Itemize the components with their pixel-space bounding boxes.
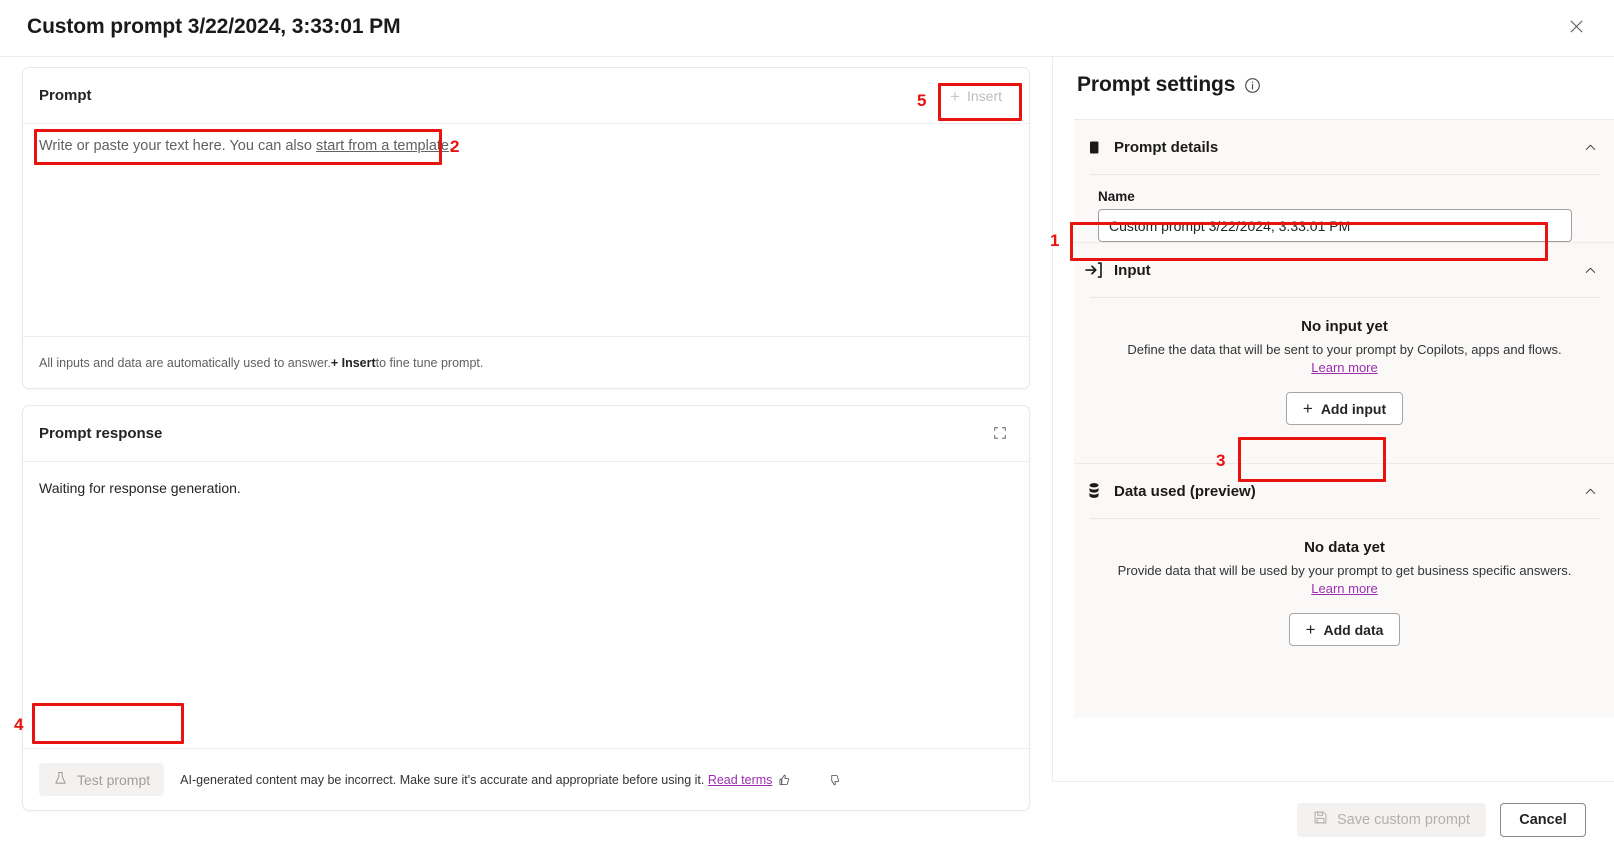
disclaimer-text: AI-generated content may be incorrect. M… — [180, 772, 708, 787]
response-body-text: Waiting for response generation. — [39, 480, 241, 496]
add-data-button[interactable]: + Add data — [1288, 613, 1401, 646]
name-field-label: Name — [1098, 189, 1135, 204]
prompt-placeholder-text-after: . — [448, 138, 454, 154]
start-from-template-link[interactable]: start from a template — [316, 138, 449, 154]
close-button[interactable] — [1560, 12, 1592, 44]
save-custom-prompt-label: Save custom prompt — [1337, 811, 1470, 828]
add-input-button[interactable]: + Add input — [1285, 392, 1404, 425]
dialog-titlebar: Custom prompt 3/22/2024, 3:33:01 PM — [0, 0, 1614, 57]
chevron-up-icon[interactable] — [1584, 264, 1597, 277]
input-empty-state: No input yet Define the data that will b… — [1074, 298, 1614, 425]
chevron-up-icon[interactable] — [1584, 485, 1597, 498]
divider — [1090, 174, 1599, 175]
dialog-footer: Save custom prompt Cancel — [1052, 781, 1614, 857]
section-prompt-details: Prompt details Name — [1074, 119, 1614, 242]
cancel-button[interactable]: Cancel — [1500, 802, 1586, 837]
flask-icon — [53, 771, 68, 789]
footnote-insert-bold: + Insert — [330, 355, 376, 370]
name-input[interactable] — [1098, 209, 1572, 242]
input-button-row: + Add input — [1074, 392, 1614, 425]
prompt-card-title: Prompt — [39, 87, 92, 104]
chevron-up-icon[interactable] — [1584, 141, 1597, 154]
prompt-placeholder: Write or paste your text here. You can a… — [39, 136, 1013, 156]
response-card-header: Prompt response — [23, 406, 1029, 461]
plus-icon: + — [1302, 399, 1313, 418]
data-empty-description: Provide data that will be used by your p… — [1117, 563, 1572, 578]
add-data-label: Add data — [1323, 621, 1384, 638]
database-icon — [1084, 481, 1104, 501]
save-icon — [1313, 810, 1328, 829]
prompt-settings-panel: Prompt settings Prompt details Name Cust… — [1052, 57, 1614, 857]
editor-region: Prompt + Insert Write or paste your text… — [0, 57, 1052, 857]
prompt-placeholder-text-before: Write or paste your text here. You can a… — [39, 138, 317, 154]
section-header-input[interactable]: Input — [1074, 243, 1614, 297]
input-empty-description: Define the data that will be sent to you… — [1127, 342, 1562, 357]
section-label-prompt-details: Prompt details — [1114, 138, 1219, 156]
plus-icon: + — [950, 86, 960, 106]
footnote-after: to fine tune prompt. — [375, 355, 484, 370]
prompt-text-area[interactable]: Write or paste your text here. You can a… — [23, 124, 1029, 338]
section-header-prompt-details[interactable]: Prompt details — [1074, 120, 1614, 174]
insert-button[interactable]: + Insert — [939, 81, 1013, 111]
add-input-label: Add input — [1320, 400, 1387, 417]
footnote-before: All inputs and data are automatically us… — [39, 355, 331, 370]
response-footer: Test prompt AI-generated content may be … — [23, 748, 1029, 810]
insert-button-label: Insert — [966, 88, 1002, 104]
cancel-label: Cancel — [1519, 811, 1567, 828]
custom-prompt-dialog: Custom prompt 3/22/2024, 3:33:01 PM Prom… — [0, 0, 1614, 857]
plus-icon: + — [1305, 620, 1316, 639]
data-empty-state: No data yet Provide data that will be us… — [1074, 519, 1614, 646]
panel-title: Prompt settings — [1077, 73, 1236, 96]
data-empty-title: No data yet — [1304, 539, 1385, 556]
section-header-data-used[interactable]: Data used (preview) — [1074, 464, 1614, 518]
info-icon[interactable] — [1244, 77, 1261, 94]
ai-disclaimer: AI-generated content may be incorrect. M… — [180, 773, 772, 787]
section-data-used: Data used (preview) No data yet Provide … — [1074, 463, 1614, 718]
section-label-data-used: Data used (preview) — [1114, 482, 1256, 500]
test-prompt-label: Test prompt — [77, 771, 151, 788]
save-custom-prompt-button[interactable]: Save custom prompt — [1297, 802, 1486, 837]
thumbs-down-icon[interactable] — [822, 768, 846, 792]
prompt-card: Prompt + Insert Write or paste your text… — [22, 67, 1030, 389]
thumbs-up-icon[interactable] — [772, 768, 796, 792]
page-title: Custom prompt 3/22/2024, 3:33:01 PM — [27, 15, 401, 38]
feedback-controls — [772, 768, 1066, 792]
input-learn-more-link[interactable]: Learn more — [1074, 360, 1614, 375]
section-input: Input No input yet Define the data that … — [1074, 242, 1614, 463]
prompt-response-card: Prompt response Waiting for response gen… — [22, 405, 1030, 811]
data-button-row: + Add data — [1074, 613, 1614, 646]
expand-icon[interactable] — [987, 420, 1013, 446]
read-terms-link[interactable]: Read terms — [708, 773, 773, 787]
document-icon — [1084, 140, 1104, 155]
test-prompt-button[interactable]: Test prompt — [39, 763, 165, 796]
input-empty-title: No input yet — [1301, 318, 1388, 335]
prompt-footnote: All inputs and data are automatically us… — [23, 336, 1029, 388]
close-icon — [1569, 19, 1584, 37]
arrow-into-box-icon — [1084, 260, 1104, 280]
prompt-card-header: Prompt + Insert — [23, 68, 1029, 123]
data-learn-more-link[interactable]: Learn more — [1074, 581, 1614, 596]
panel-title-row: Prompt settings — [1077, 73, 1261, 97]
response-card-title: Prompt response — [39, 425, 163, 442]
section-label-input: Input — [1114, 261, 1151, 279]
